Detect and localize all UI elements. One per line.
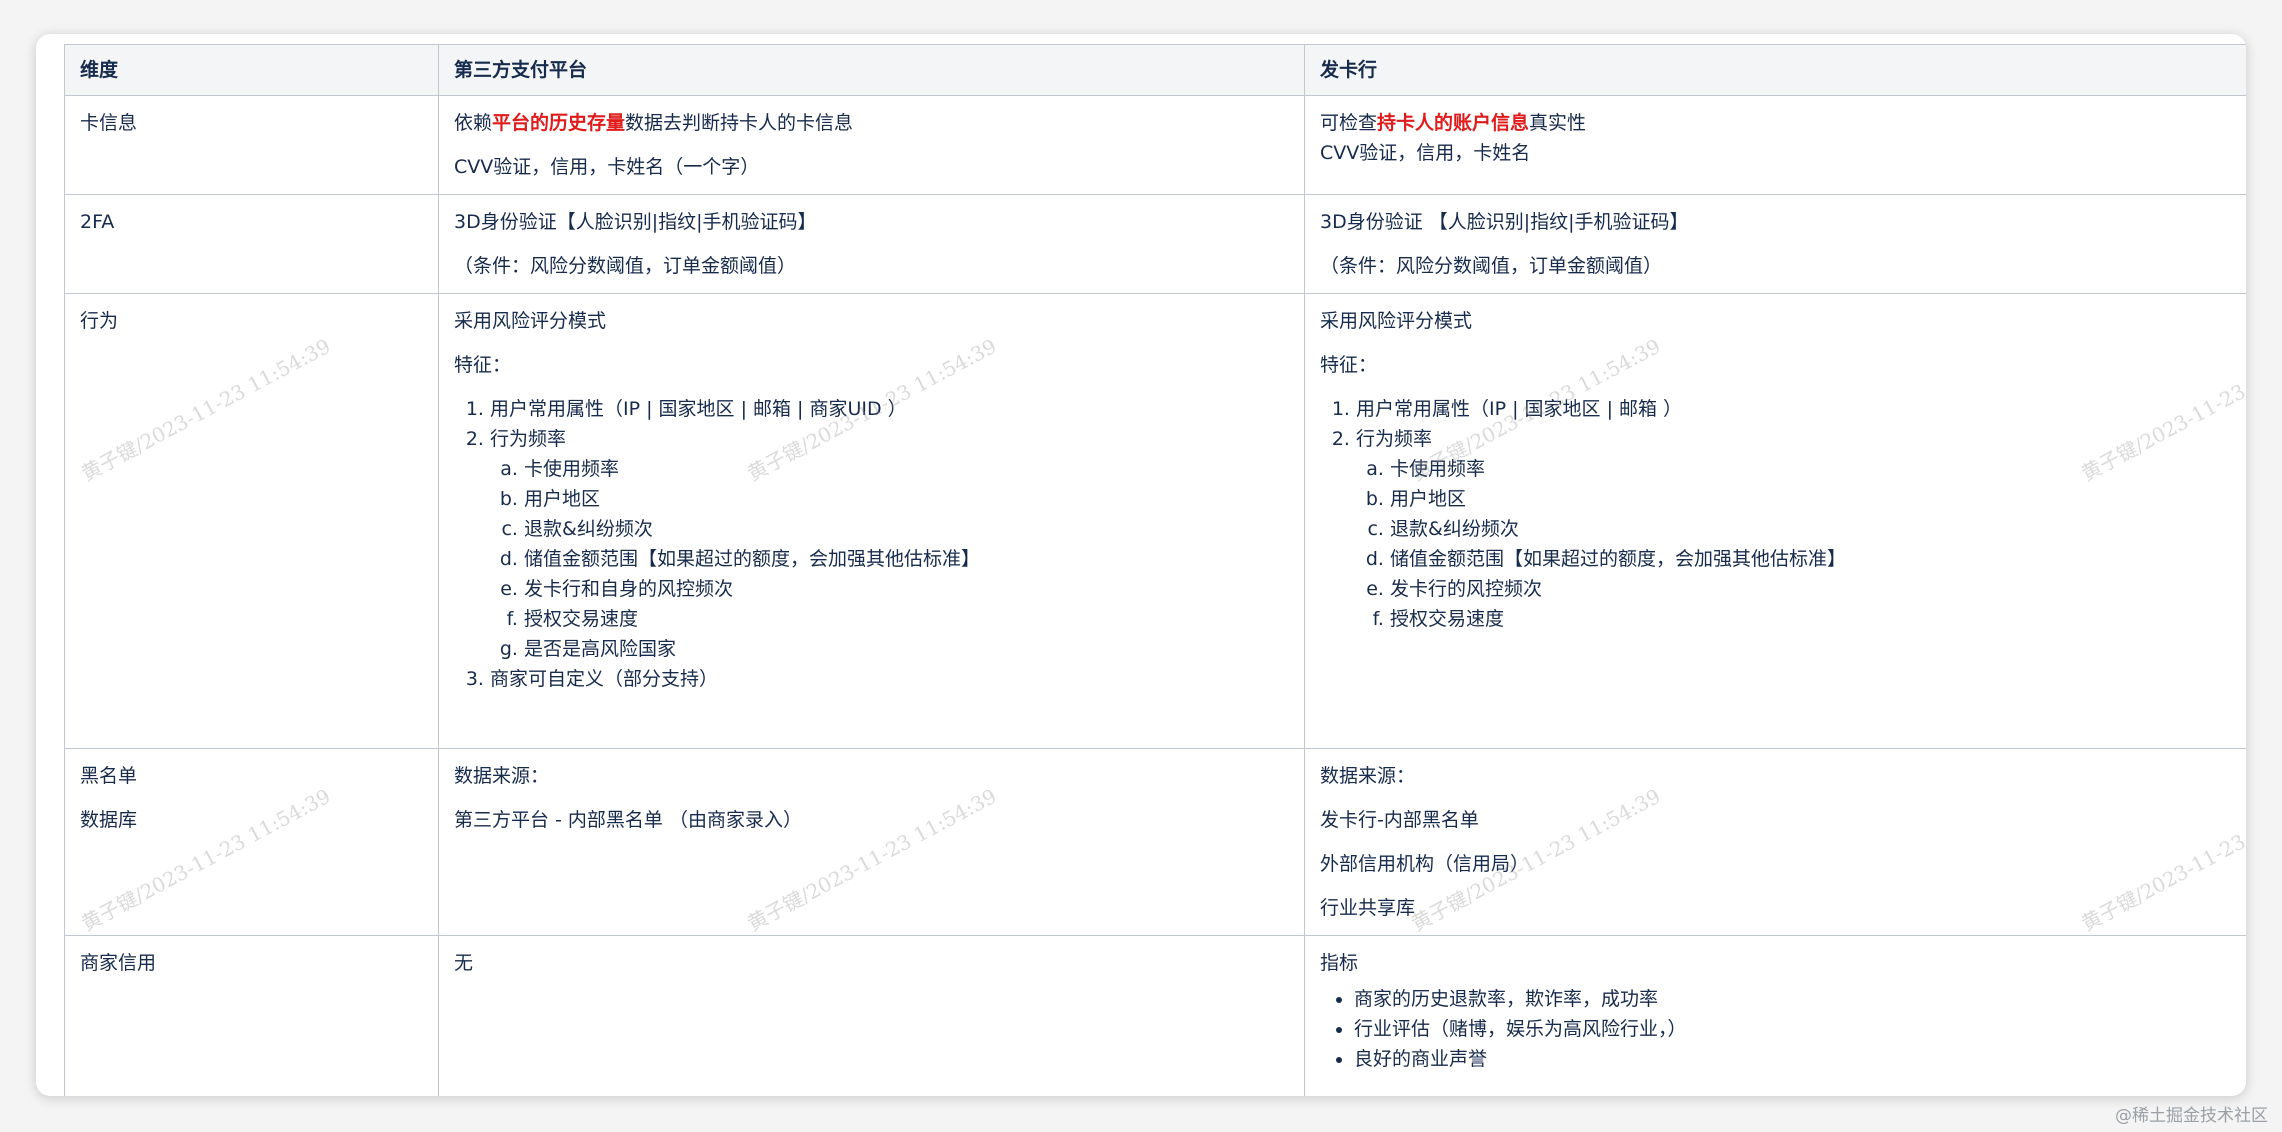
cell-merchant-issuer: 指标 商家的历史退款率，欺诈率，成功率 行业评估（赌博，娱乐为高风险行业，） 良…: [1304, 935, 2246, 1096]
table-header-row: 维度 第三方支付平台 发卡行: [64, 44, 2246, 96]
highlight-text: 持卡人的账户信息: [1377, 112, 1530, 134]
list-item: 储值金额范围【如果超过的额度，会加强其他估标准】: [1390, 544, 2246, 574]
table-row: 行为 采用风险评分模式 特征： 用户常用属性（IP | 国家地区 | 邮箱 | …: [64, 293, 2246, 749]
table-row: 商家信用 无 指标 商家的历史退款率，欺诈率，成功率 行业评估（赌博，娱乐为高风…: [64, 935, 2246, 1096]
table-row: 卡信息 依赖平台的历史存量数据去判断持卡人的卡信息 CVV验证，信用，卡姓名（一…: [64, 95, 2246, 195]
list-item: 用户常用属性（IP | 国家地区 | 邮箱 ）: [1356, 394, 2246, 424]
feature-list: 用户常用属性（IP | 国家地区 | 邮箱 ） 行为频率 卡使用频率 用户地区 …: [1320, 394, 2246, 634]
table-row: 黑名单 数据库 数据来源： 第三方平台 - 内部黑名单 （由商家录入） 数据来源…: [64, 748, 2246, 936]
list-item: 行为频率 卡使用频率 用户地区 退款&纠纷频次 储值金额范围【如果超过的额度，会…: [490, 424, 1289, 664]
list-item: 授权交易速度: [1390, 604, 2246, 634]
list-item: 商家的历史退款率，欺诈率，成功率: [1354, 984, 2246, 1014]
list-item: 发卡行和自身的风控频次: [524, 574, 1289, 604]
list-item: 用户地区: [1390, 484, 2246, 514]
row-label-card-info: 卡信息: [64, 95, 439, 195]
source-credit: @稀土掘金技术社区: [2115, 1106, 2268, 1126]
cell-blacklist-platform: 数据来源： 第三方平台 - 内部黑名单 （由商家录入）: [438, 748, 1305, 936]
list-item: 卡使用频率: [1390, 454, 2246, 484]
cell-merchant-platform: 无: [438, 935, 1305, 1096]
list-item: 退款&纠纷频次: [524, 514, 1289, 544]
row-label-2fa: 2FA: [64, 194, 439, 294]
cell-card-info-issuer: 可检查持卡人的账户信息真实性 CVV验证，信用，卡姓名: [1304, 95, 2246, 195]
list-item: 发卡行的风控频次: [1390, 574, 2246, 604]
header-dimension: 维度: [64, 44, 439, 96]
list-item: 良好的商业声誉: [1354, 1044, 2246, 1074]
row-label-merchant-credit: 商家信用: [64, 935, 439, 1096]
row-label-behavior: 行为: [64, 293, 439, 749]
cell-behavior-platform: 采用风险评分模式 特征： 用户常用属性（IP | 国家地区 | 邮箱 | 商家U…: [438, 293, 1305, 749]
list-item: 用户常用属性（IP | 国家地区 | 邮箱 | 商家UID ）: [490, 394, 1289, 424]
list-item: 行业评估（赌博，娱乐为高风险行业，）: [1354, 1014, 2246, 1044]
sub-feature-list: 卡使用频率 用户地区 退款&纠纷频次 储值金额范围【如果超过的额度，会加强其他估…: [490, 454, 1289, 664]
sub-feature-list: 卡使用频率 用户地区 退款&纠纷频次 储值金额范围【如果超过的额度，会加强其他估…: [1356, 454, 2246, 634]
list-item: 储值金额范围【如果超过的额度，会加强其他估标准】: [524, 544, 1289, 574]
indicator-list: 商家的历史退款率，欺诈率，成功率 行业评估（赌博，娱乐为高风险行业，） 良好的商…: [1320, 984, 2246, 1074]
list-item: 商家可自定义（部分支持）: [490, 664, 1289, 694]
list-item: 是否是高风险国家: [524, 634, 1289, 664]
list-item: 行为频率 卡使用频率 用户地区 退款&纠纷频次 储值金额范围【如果超过的额度，会…: [1356, 424, 2246, 634]
cell-2fa-issuer: 3D身份验证 【人脸识别|指纹|手机验证码】 （条件：风险分数阈值，订单金额阈值…: [1304, 194, 2246, 294]
row-label-blacklist: 黑名单 数据库: [64, 748, 439, 936]
cell-2fa-platform: 3D身份验证【人脸识别|指纹|手机验证码】 （条件：风险分数阈值，订单金额阈值）: [438, 194, 1305, 294]
highlight-text: 平台的历史存量: [492, 112, 626, 134]
table-row: 2FA 3D身份验证【人脸识别|指纹|手机验证码】 （条件：风险分数阈值，订单金…: [64, 194, 2246, 294]
cell-blacklist-issuer: 数据来源： 发卡行-内部黑名单 外部信用机构（信用局） 行业共享库: [1304, 748, 2246, 936]
page-card: 维度 第三方支付平台 发卡行 卡信息 依赖平台的历史存量数据去判断持卡人的卡信息…: [36, 34, 2246, 1096]
cell-behavior-issuer: 采用风险评分模式 特征： 用户常用属性（IP | 国家地区 | 邮箱 ） 行为频…: [1304, 293, 2246, 749]
cell-card-info-platform: 依赖平台的历史存量数据去判断持卡人的卡信息 CVV验证，信用，卡姓名（一个字）: [438, 95, 1305, 195]
header-card-issuer: 发卡行: [1304, 44, 2246, 96]
list-item: 卡使用频率: [524, 454, 1289, 484]
list-item: 退款&纠纷频次: [1390, 514, 2246, 544]
comparison-table: 维度 第三方支付平台 发卡行 卡信息 依赖平台的历史存量数据去判断持卡人的卡信息…: [64, 44, 2246, 1096]
feature-list: 用户常用属性（IP | 国家地区 | 邮箱 | 商家UID ） 行为频率 卡使用…: [454, 394, 1289, 694]
list-item: 用户地区: [524, 484, 1289, 514]
list-item: 授权交易速度: [524, 604, 1289, 634]
header-third-party-platform: 第三方支付平台: [438, 44, 1305, 96]
